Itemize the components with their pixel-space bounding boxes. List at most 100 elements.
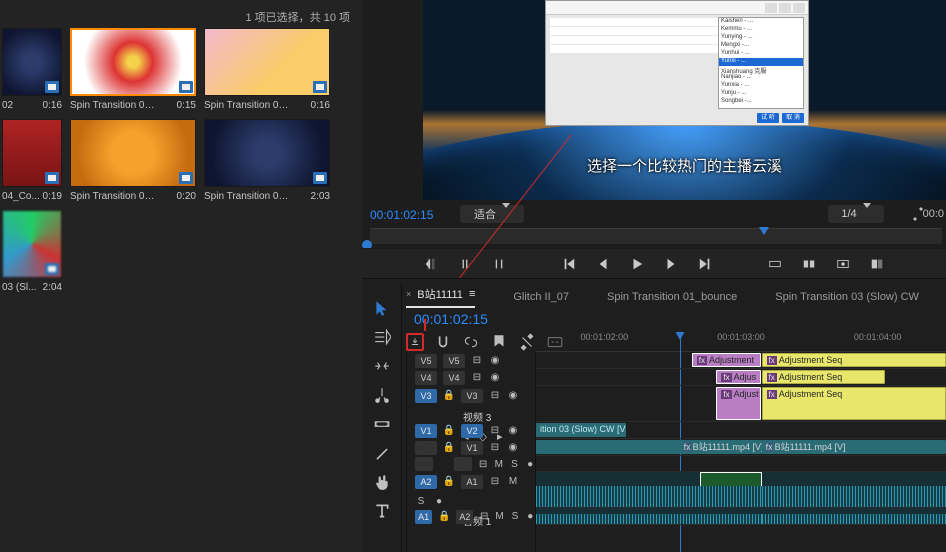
- go-to-out-icon[interactable]: [697, 256, 713, 272]
- bin-item[interactable]: Spin Transition 03 (fas...0:20: [70, 119, 196, 202]
- sync-lock-icon[interactable]: ⊟: [489, 475, 501, 487]
- lock-icon[interactable]: 🔒: [443, 389, 455, 401]
- track-v1[interactable]: fxB站11111.mp4 [V] fxB站11111.mp4 [V]: [536, 439, 946, 456]
- track-header-v1[interactable]: 🔒 V1 ⊟ ◉: [407, 439, 535, 456]
- selection-tool-icon[interactable]: [373, 299, 391, 317]
- clip[interactable]: fxAdjust: [716, 387, 761, 420]
- timeline-ruler[interactable]: 00:01:02:00 00:01:03:00 00:01:04:00: [536, 332, 946, 352]
- bin-item[interactable]: 020:16: [2, 28, 62, 111]
- program-playhead[interactable]: [759, 227, 769, 235]
- lock-icon[interactable]: 🔒: [443, 475, 455, 487]
- eye-icon[interactable]: ◉: [507, 442, 519, 454]
- program-monitor[interactable]: Kaishen - ... Kemmu - ... Yunying - ... …: [423, 0, 946, 200]
- sync-lock-icon[interactable]: ⊟: [489, 389, 501, 401]
- menu-icon[interactable]: ≡: [469, 288, 475, 300]
- step-forward-icon[interactable]: [663, 256, 679, 272]
- sequence-tab[interactable]: Spin Transition 01_bounce: [607, 291, 737, 303]
- ripple-edit-tool-icon[interactable]: [373, 357, 391, 375]
- play-icon[interactable]: [629, 256, 645, 272]
- track-v5[interactable]: fxAdjustment fxAdjustment Seq: [536, 352, 946, 369]
- bin-item[interactable]: Spin Transition 02_bo...0:16: [204, 28, 330, 111]
- eye-icon[interactable]: ◉: [507, 389, 519, 401]
- track-target[interactable]: V1: [461, 441, 483, 455]
- track-target[interactable]: [454, 457, 472, 471]
- export-frame-icon[interactable]: [835, 256, 851, 272]
- lock-icon[interactable]: [439, 458, 449, 470]
- lock-icon[interactable]: 🔒: [438, 511, 450, 523]
- sync-lock-icon[interactable]: ⊟: [471, 355, 483, 367]
- eye-icon[interactable]: ◉: [489, 355, 501, 367]
- marker-icon[interactable]: [490, 333, 508, 351]
- bin-item[interactable]: Spin Transition 03 (Sl...2:03: [204, 119, 330, 202]
- src-patch[interactable]: [415, 441, 437, 455]
- track-header-a1[interactable]: A2 🔒 A1 ⊟ M S ● 音频 1: [407, 472, 535, 508]
- track-header-v5[interactable]: V5 V5 ⊟ ◉: [407, 352, 535, 369]
- voiceover-icon[interactable]: ●: [433, 495, 445, 507]
- src-patch[interactable]: V5: [415, 354, 437, 368]
- mark-clip-icon[interactable]: [491, 256, 507, 272]
- src-patch[interactable]: V1: [415, 424, 437, 438]
- bin-item[interactable]: 04_Co...0:19: [2, 119, 62, 202]
- sync-lock-icon[interactable]: ⊟: [489, 442, 501, 454]
- timeline-settings-icon[interactable]: [518, 333, 536, 351]
- track-select-tool-icon[interactable]: [373, 328, 391, 346]
- bin-item[interactable]: 03 (Sl...2:04: [2, 210, 62, 293]
- track-target[interactable]: V2: [461, 424, 483, 438]
- voiceover-icon[interactable]: ●: [525, 458, 535, 470]
- src-patch[interactable]: V3: [415, 389, 437, 403]
- razor-tool-icon[interactable]: [373, 386, 391, 404]
- program-timecode[interactable]: 00:01:02:15: [370, 208, 433, 222]
- track-header-v3[interactable]: V3 🔒 V3 ⊟ ◉ 视频 3 ◂ ◇ ▸: [407, 386, 535, 422]
- pen-tool-icon[interactable]: [373, 444, 391, 462]
- audio-clip[interactable]: [762, 508, 946, 524]
- clip[interactable]: fxAdjustment Seq: [762, 370, 885, 384]
- sequence-tab[interactable]: ×B站11111≡: [406, 286, 475, 308]
- voiceover-icon[interactable]: ●: [526, 511, 535, 523]
- timeline-track-area[interactable]: 00:01:02:00 00:01:03:00 00:01:04:00 fxAd…: [536, 332, 946, 552]
- mute-icon[interactable]: M: [494, 458, 504, 470]
- slip-tool-icon[interactable]: [373, 415, 391, 433]
- sync-lock-icon[interactable]: ⊟: [479, 511, 488, 523]
- track-header-v2[interactable]: V1 🔒 V2 ⊟ ◉: [407, 422, 535, 439]
- src-patch[interactable]: A2: [415, 475, 437, 489]
- sequence-tab[interactable]: Glitch II_07: [513, 291, 569, 303]
- hand-tool-icon[interactable]: [373, 473, 391, 491]
- nest-sequence-icon[interactable]: [406, 333, 424, 351]
- mute-icon[interactable]: M: [495, 511, 504, 523]
- close-icon[interactable]: ×: [406, 289, 411, 299]
- step-back-icon[interactable]: [595, 256, 611, 272]
- mute-icon[interactable]: M: [507, 475, 519, 487]
- lift-icon[interactable]: [767, 256, 783, 272]
- track-v2[interactable]: ition 03 (Slow) CW [V: [536, 422, 946, 439]
- playback-resolution-dropdown[interactable]: 1/4: [828, 205, 884, 223]
- solo-icon[interactable]: S: [510, 458, 520, 470]
- track-a1[interactable]: [536, 472, 946, 508]
- track-target[interactable]: V4: [443, 371, 465, 385]
- track-a2[interactable]: [536, 508, 946, 525]
- track-target[interactable]: V3: [461, 389, 483, 403]
- program-time-ruler[interactable]: [370, 228, 942, 244]
- track-header-a1-mixer[interactable]: ⊟ M S ●: [407, 456, 535, 472]
- audio-mixer-row[interactable]: [536, 456, 946, 472]
- sync-lock-icon[interactable]: ⊟: [471, 372, 483, 384]
- comparison-view-icon[interactable]: [869, 256, 885, 272]
- audio-clip[interactable]: [536, 508, 762, 524]
- extract-icon[interactable]: [801, 256, 817, 272]
- sequence-tab[interactable]: Spin Transition 03 (Slow) CW: [775, 291, 919, 303]
- track-v4[interactable]: fxAdjus fxAdjustment Seq: [536, 369, 946, 386]
- clip[interactable]: fxAdjustment Seq: [762, 387, 946, 420]
- track-header-a2[interactable]: A1 🔒 A2 ⊟ M S ●: [407, 508, 535, 525]
- track-target[interactable]: A1: [461, 475, 483, 489]
- src-patch[interactable]: [415, 457, 433, 471]
- solo-icon[interactable]: S: [510, 511, 519, 523]
- snap-icon[interactable]: [434, 333, 452, 351]
- solo-icon[interactable]: S: [415, 495, 427, 507]
- clip[interactable]: fxAdjus: [716, 370, 761, 384]
- sync-lock-icon[interactable]: ⊟: [478, 458, 488, 470]
- track-v3[interactable]: fxAdjust fxAdjustment Seq: [536, 386, 946, 422]
- program-out-timecode[interactable]: 00:0: [923, 208, 944, 220]
- clip[interactable]: fxAdjustment Seq: [762, 353, 946, 367]
- track-target[interactable]: V5: [443, 354, 465, 368]
- type-tool-icon[interactable]: [373, 502, 391, 520]
- mark-in-icon[interactable]: [423, 256, 439, 272]
